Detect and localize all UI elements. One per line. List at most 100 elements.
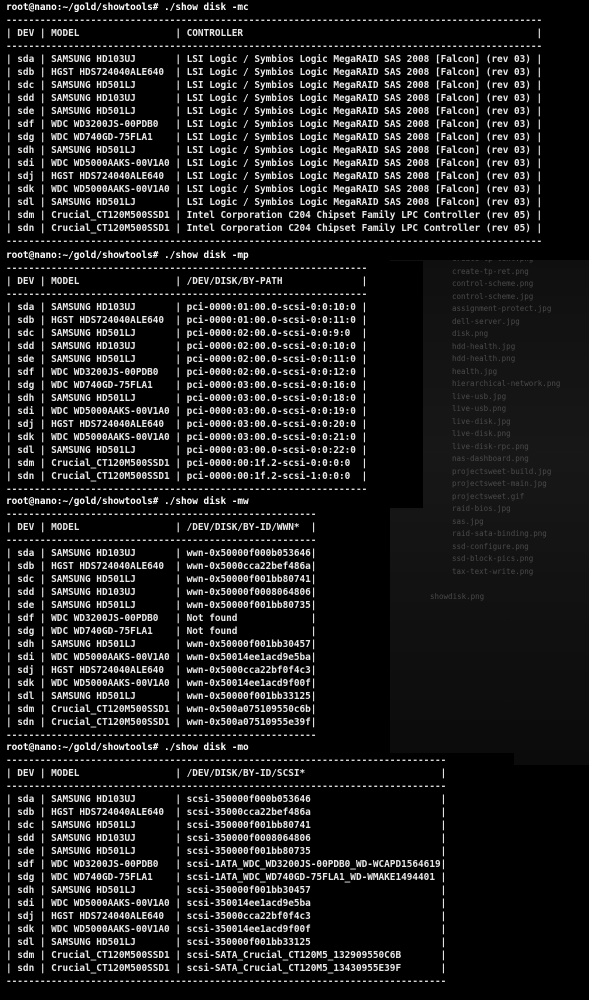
table-row[interactable]: | sdh | SAMSUNG HD501LJ | wwn-0x50000f00… <box>6 638 316 651</box>
table-row[interactable]: | sdm | Crucial_CT120M500SSD1 | wwn-0x50… <box>6 703 316 716</box>
table-row[interactable]: | sdb | HGST HDS724040ALE640 | pci-0000:… <box>6 314 367 327</box>
table-row[interactable]: | sdd | SAMSUNG HD103UJ | LSI Logic / Sy… <box>6 92 542 105</box>
background-file-name: projectsweet-main.jpg <box>452 479 547 488</box>
table-border-top: ----------------------------------------… <box>6 755 447 766</box>
background-file-name: control-scheme.png <box>452 279 534 288</box>
background-file-name: showdisk.png <box>430 592 485 601</box>
table-border-mid: ----------------------------------------… <box>6 535 317 546</box>
table-border-bottom: ----------------------------------------… <box>6 236 543 247</box>
table-row[interactable]: | sdl | SAMSUNG HD501LJ | wwn-0x50000f00… <box>6 690 316 703</box>
table-border-mid: ----------------------------------------… <box>6 781 447 792</box>
table-row[interactable]: | sdj | HGST HDS724040ALE640 | scsi-3500… <box>6 910 446 923</box>
background-file-name: nas-dashboard.png <box>452 454 529 463</box>
command-prompt[interactable]: root@nano:~/gold/showtools# ./show disk … <box>6 1 249 14</box>
table-row[interactable]: | sdk | WDC WD5000AAKS-00V1A0 | pci-0000… <box>6 431 367 444</box>
table-row[interactable]: | sdl | SAMSUNG HD501LJ | LSI Logic / Sy… <box>6 196 542 209</box>
table-row[interactable]: | sdj | HGST HDS724040ALE640 | LSI Logic… <box>6 170 542 183</box>
table-row[interactable]: | sdg | WDC WD740GD-75FLA1 | pci-0000:03… <box>6 379 367 392</box>
table-border-mid: ----------------------------------------… <box>6 289 368 300</box>
table-row[interactable]: | sdh | SAMSUNG HD501LJ | scsi-350000f00… <box>6 884 446 897</box>
background-file-name: raid-bios.jpg <box>452 504 511 513</box>
table-row[interactable]: | sda | SAMSUNG HD103UJ | pci-0000:01:00… <box>6 301 367 314</box>
table-row[interactable]: | sda | SAMSUNG HD103UJ | wwn-0x50000f00… <box>6 547 316 560</box>
table-row[interactable]: | sdk | WDC WD5000AAKS-00V1A0 | LSI Logi… <box>6 183 542 196</box>
table-border-mid: ----------------------------------------… <box>6 41 543 52</box>
table-header-row: | DEV | MODEL | CONTROLLER | <box>6 28 543 39</box>
table-row[interactable]: | sdl | SAMSUNG HD501LJ | scsi-350000f00… <box>6 936 446 949</box>
background-file-name: live-disk.jpg <box>452 416 511 426</box>
table-row[interactable]: | sdb | HGST HDS724040ALE640 | scsi-3500… <box>6 806 446 819</box>
table-border-top: ----------------------------------------… <box>6 509 317 520</box>
table-header-row: | DEV | MODEL | /DEV/DISK/BY-PATH | <box>6 276 368 287</box>
table-row[interactable]: | sdi | WDC WD5000AAKS-00V1A0 | wwn-0x50… <box>6 651 316 664</box>
background-file-name: dell-server.jpg <box>452 316 520 326</box>
table-row[interactable]: | sdc | SAMSUNG HD501LJ | LSI Logic / Sy… <box>6 79 542 92</box>
background-file-name: hdd-health.jpg <box>452 341 516 351</box>
table-row[interactable]: | sdb | HGST HDS724040ALE640 | wwn-0x500… <box>6 560 316 573</box>
table-row[interactable]: | sdf | WDC WD3200JS-00PDB0 | Not found … <box>6 612 316 625</box>
table-header-row: | DEV | MODEL | /DEV/DISK/BY-ID/SCSI* | <box>6 768 447 779</box>
table-border-bottom: ----------------------------------------… <box>6 976 447 987</box>
table-header-row: | DEV | MODEL | /DEV/DISK/BY-ID/WWN* | <box>6 522 317 533</box>
table-row[interactable]: | sdd | SAMSUNG HD103UJ | scsi-350000f00… <box>6 832 446 845</box>
background-file-name: tax-text-write.png <box>452 566 534 576</box>
table-row[interactable]: | sde | SAMSUNG HD501LJ | LSI Logic / Sy… <box>6 105 542 118</box>
command-prompt[interactable]: root@nano:~/gold/showtools# ./show disk … <box>6 249 249 262</box>
background-file-name: health.jpg <box>452 366 498 376</box>
table-row[interactable]: | sde | SAMSUNG HD501LJ | wwn-0x50000f00… <box>6 599 316 612</box>
background-file-name: control-scheme.jpg <box>452 291 534 301</box>
table-row[interactable]: | sda | SAMSUNG HD103UJ | LSI Logic / Sy… <box>6 53 542 66</box>
background-file-name: ssd-block-pics.png <box>452 554 534 563</box>
background-file-name: projectsweet.gif <box>452 491 525 501</box>
table-row[interactable]: | sdm | Crucial_CT120M500SSD1 | pci-0000… <box>6 457 367 470</box>
background-file-name: raid-sata-binding.png <box>452 529 547 538</box>
table-row[interactable]: | sdf | WDC WD3200JS-00PDB0 | LSI Logic … <box>6 118 542 131</box>
table-border-top: ----------------------------------------… <box>6 263 368 274</box>
background-file-name: projectsweet-build.jpg <box>452 466 552 476</box>
table-row[interactable]: | sdg | WDC WD740GD-75FLA1 | Not found | <box>6 625 316 638</box>
table-row[interactable]: | sdn | Crucial_CT120M500SSD1 | pci-0000… <box>6 470 367 483</box>
table-row[interactable]: | sdh | SAMSUNG HD501LJ | pci-0000:03:00… <box>6 392 367 405</box>
table-row[interactable]: | sdk | WDC WD5000AAKS-00V1A0 | wwn-0x50… <box>6 677 316 690</box>
table-row[interactable]: | sdg | WDC WD740GD-75FLA1 | LSI Logic /… <box>6 131 542 144</box>
table-row[interactable]: | sdi | WDC WD5000AAKS-00V1A0 | scsi-350… <box>6 897 446 910</box>
table-row[interactable]: | sdm | Crucial_CT120M500SSD1 | scsi-SAT… <box>6 949 446 962</box>
table-row[interactable]: | sdc | SAMSUNG HD501LJ | wwn-0x50000f00… <box>6 573 316 586</box>
table-row[interactable]: | sdj | HGST HDS724040ALE640 | pci-0000:… <box>6 418 367 431</box>
table-row[interactable]: | sdc | SAMSUNG HD501LJ | pci-0000:02:00… <box>6 327 367 340</box>
background-file-name: live-disk-rpc.png <box>452 441 529 451</box>
table-row[interactable]: | sdm | Crucial_CT120M500SSD1 | Intel Co… <box>6 209 542 222</box>
table-row[interactable]: | sdg | WDC WD740GD-75FLA1 | scsi-1ATA_W… <box>6 871 446 884</box>
command-prompt[interactable]: root@nano:~/gold/showtools# ./show disk … <box>6 741 249 754</box>
background-file-name: sas.jpg <box>452 516 484 526</box>
table-row[interactable]: | sdn | Crucial_CT120M500SSD1 | wwn-0x50… <box>6 716 316 729</box>
table-row[interactable]: | sdn | Crucial_CT120M500SSD1 | Intel Co… <box>6 222 542 235</box>
table-row[interactable]: | sdf | WDC WD3200JS-00PDB0 | pci-0000:0… <box>6 366 367 379</box>
background-file-name: create-tp-ret.png <box>452 266 529 276</box>
background-file-name: disk.png <box>452 329 489 338</box>
table-row[interactable]: | sdj | HGST HDS724040ALE640 | wwn-0x500… <box>6 664 316 677</box>
background-file-name: live-usb.png <box>452 404 507 413</box>
background-file-name: assignment-protect.jpg <box>452 304 552 313</box>
background-file-name: hdd-health.png <box>452 354 516 363</box>
table-row[interactable]: | sdf | WDC WD3200JS-00PDB0 | scsi-1ATA_… <box>6 858 446 871</box>
table-row[interactable]: | sda | SAMSUNG HD103UJ | scsi-350000f00… <box>6 793 446 806</box>
table-border-top: ----------------------------------------… <box>6 15 543 26</box>
background-file-name: live-disk.png <box>452 429 511 438</box>
table-row[interactable]: | sdn | Crucial_CT120M500SSD1 | scsi-SAT… <box>6 962 446 975</box>
command-prompt[interactable]: root@nano:~/gold/showtools# ./show disk … <box>6 495 249 508</box>
table-row[interactable]: | sdb | HGST HDS724040ALE640 | LSI Logic… <box>6 66 542 79</box>
background-file-name: hierarchical-network.png <box>452 379 561 388</box>
table-row[interactable]: | sdi | WDC WD5000AAKS-00V1A0 | LSI Logi… <box>6 157 542 170</box>
table-row[interactable]: | sdd | SAMSUNG HD103UJ | pci-0000:02:00… <box>6 340 367 353</box>
background-file-name: ssd-configure.png <box>452 541 529 551</box>
table-row[interactable]: | sdc | SAMSUNG HD501LJ | scsi-350000f00… <box>6 819 446 832</box>
table-row[interactable]: | sdd | SAMSUNG HD103UJ | wwn-0x50000f00… <box>6 586 316 599</box>
table-row[interactable]: | sdk | WDC WD5000AAKS-00V1A0 | scsi-350… <box>6 923 446 936</box>
table-row[interactable]: | sde | SAMSUNG HD501LJ | pci-0000:02:00… <box>6 353 367 366</box>
table-row[interactable]: | sde | SAMSUNG HD501LJ | scsi-350000f00… <box>6 845 446 858</box>
table-row[interactable]: | sdl | SAMSUNG HD501LJ | pci-0000:03:00… <box>6 444 367 457</box>
background-file-name: live-usb.jpg <box>452 391 507 401</box>
table-row[interactable]: | sdh | SAMSUNG HD501LJ | LSI Logic / Sy… <box>6 144 542 157</box>
table-row[interactable]: | sdi | WDC WD5000AAKS-00V1A0 | pci-0000… <box>6 405 367 418</box>
